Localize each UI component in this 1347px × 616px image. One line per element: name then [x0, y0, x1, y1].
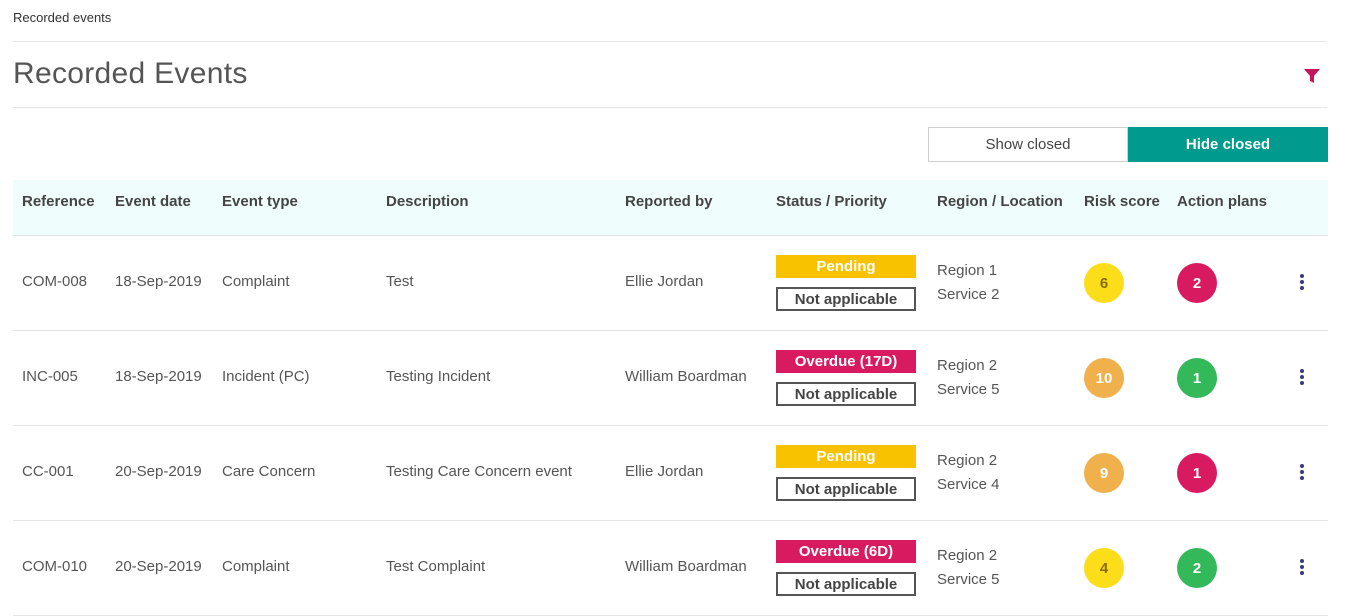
action-plans-badge[interactable]: 2 — [1177, 263, 1217, 303]
divider — [13, 107, 1327, 108]
action-plans-badge[interactable]: 2 — [1177, 548, 1217, 588]
reference-cell[interactable]: INC-005 — [22, 368, 78, 385]
column-header-reported-by[interactable]: Reported by — [625, 180, 713, 235]
location-text: Service 5 — [937, 571, 1000, 588]
risk-score-badge: 6 — [1084, 263, 1124, 303]
risk-score-badge: 9 — [1084, 453, 1124, 493]
column-header-region-location[interactable]: Region / Location — [937, 180, 1063, 235]
table-body: COM-008 18-Sep-2019 Complaint Test Ellie… — [13, 236, 1328, 616]
event-date-cell: 20-Sep-2019 — [115, 558, 202, 575]
priority-badge: Not applicable — [776, 572, 916, 596]
reported-by-cell: William Boardman — [625, 368, 747, 385]
column-header-description[interactable]: Description — [386, 180, 469, 235]
more-options-icon[interactable] — [1298, 464, 1306, 482]
table-row[interactable]: CC-001 20-Sep-2019 Care Concern Testing … — [13, 426, 1328, 521]
breadcrumb[interactable]: Recorded events — [13, 10, 111, 25]
events-table: Reference Event date Event type Descript… — [13, 180, 1328, 616]
risk-score-badge: 10 — [1084, 358, 1124, 398]
column-header-status-priority[interactable]: Status / Priority — [776, 180, 887, 235]
event-type-cell: Complaint — [222, 273, 290, 290]
show-closed-button[interactable]: Show closed — [928, 127, 1128, 162]
event-date-cell: 20-Sep-2019 — [115, 463, 202, 480]
description-cell: Testing Incident — [386, 368, 491, 385]
table-row[interactable]: COM-010 20-Sep-2019 Complaint Test Compl… — [13, 521, 1328, 616]
column-header-event-date[interactable]: Event date — [115, 180, 191, 235]
reported-by-cell: William Boardman — [625, 558, 747, 575]
action-plans-badge[interactable]: 1 — [1177, 453, 1217, 493]
status-badge: Pending — [776, 445, 916, 468]
reported-by-cell: Ellie Jordan — [625, 463, 704, 480]
event-date-cell: 18-Sep-2019 — [115, 368, 202, 385]
reference-cell[interactable]: COM-010 — [22, 558, 87, 575]
column-header-risk-score[interactable]: Risk score — [1084, 180, 1160, 235]
table-row[interactable]: COM-008 18-Sep-2019 Complaint Test Ellie… — [13, 236, 1328, 331]
page-title: Recorded Events — [13, 57, 248, 90]
filter-icon[interactable] — [1303, 68, 1321, 84]
priority-badge: Not applicable — [776, 382, 916, 406]
description-cell: Test Complaint — [386, 558, 486, 575]
reference-cell[interactable]: COM-008 — [22, 273, 87, 290]
closed-toggle: Show closed Hide closed — [928, 127, 1328, 162]
location-text: Service 2 — [937, 286, 1000, 303]
more-options-icon[interactable] — [1298, 369, 1306, 387]
region-text: Region 1 — [937, 262, 998, 279]
region-text: Region 2 — [937, 547, 998, 564]
location-text: Service 5 — [937, 381, 1000, 398]
table-row[interactable]: INC-005 18-Sep-2019 Incident (PC) Testin… — [13, 331, 1328, 426]
column-header-reference[interactable]: Reference — [22, 180, 95, 235]
divider — [13, 41, 1327, 42]
table-header: Reference Event date Event type Descript… — [13, 180, 1328, 236]
status-badge: Pending — [776, 255, 916, 278]
priority-badge: Not applicable — [776, 287, 916, 311]
hide-closed-button[interactable]: Hide closed — [1128, 127, 1328, 162]
event-date-cell: 18-Sep-2019 — [115, 273, 202, 290]
event-type-cell: Complaint — [222, 558, 290, 575]
event-type-cell: Care Concern — [222, 463, 316, 480]
reference-cell[interactable]: CC-001 — [22, 463, 74, 480]
event-type-cell: Incident (PC) — [222, 368, 310, 385]
description-cell: Testing Care Concern event — [386, 463, 572, 480]
status-badge: Overdue (17D) — [776, 350, 916, 373]
more-options-icon[interactable] — [1298, 559, 1306, 577]
region-text: Region 2 — [937, 357, 998, 374]
action-plans-badge[interactable]: 1 — [1177, 358, 1217, 398]
column-header-action-plans[interactable]: Action plans — [1177, 180, 1267, 235]
reported-by-cell: Ellie Jordan — [625, 273, 704, 290]
description-cell: Test — [386, 273, 414, 290]
risk-score-badge: 4 — [1084, 548, 1124, 588]
column-header-event-type[interactable]: Event type — [222, 180, 298, 235]
location-text: Service 4 — [937, 476, 1000, 493]
more-options-icon[interactable] — [1298, 274, 1306, 292]
region-text: Region 2 — [937, 452, 998, 469]
priority-badge: Not applicable — [776, 477, 916, 501]
status-badge: Overdue (6D) — [776, 540, 916, 563]
